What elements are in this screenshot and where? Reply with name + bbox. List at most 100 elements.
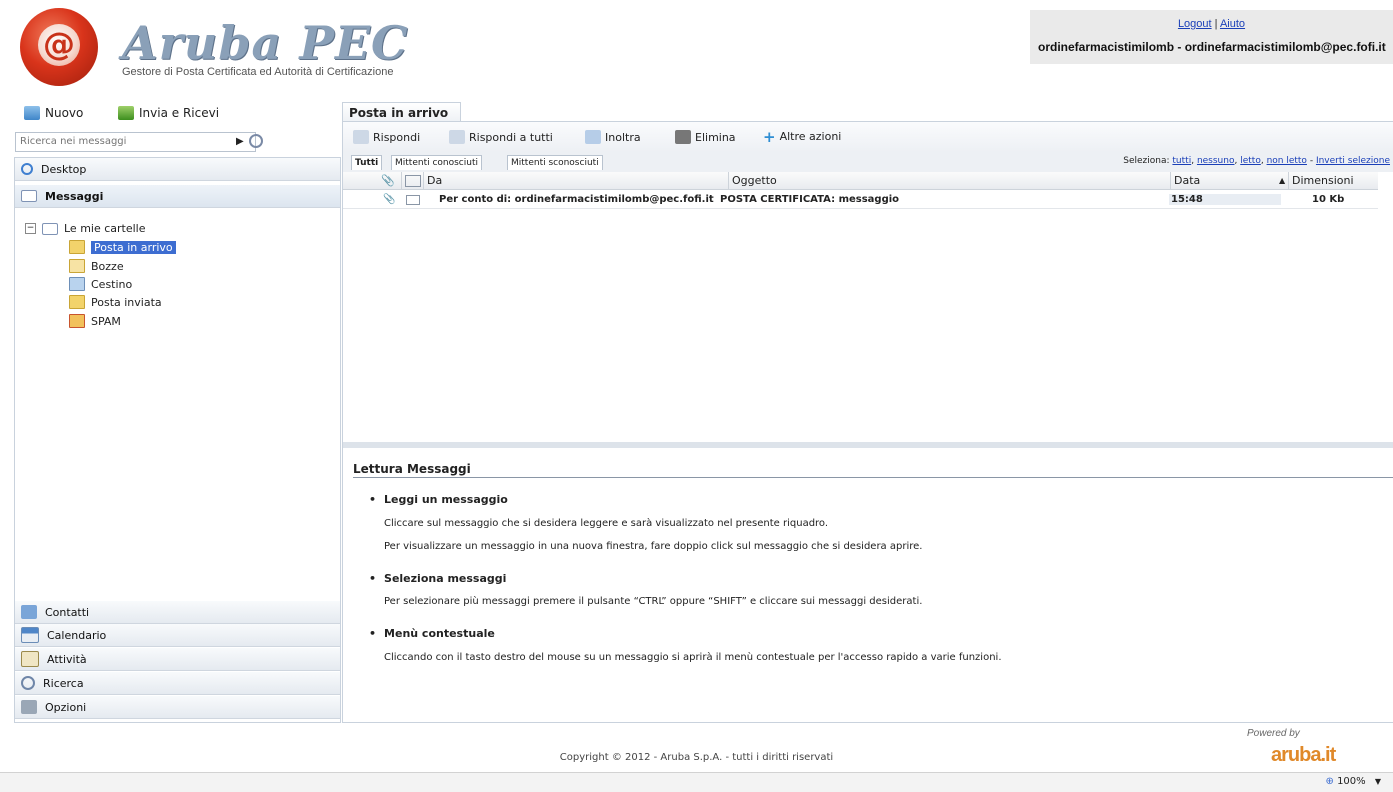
nav-contacts[interactable]: Contatti	[15, 601, 340, 624]
select-all-link[interactable]: tutti	[1172, 156, 1191, 166]
trash-icon	[675, 130, 691, 144]
select-read-link[interactable]: letto	[1240, 156, 1261, 166]
tab-inbox[interactable]: Posta in arrivo	[342, 102, 461, 122]
select-none-link[interactable]: nessuno	[1197, 156, 1235, 166]
message-date: 15:48	[1169, 194, 1281, 205]
delete-button[interactable]: Elimina	[675, 130, 736, 144]
help-link[interactable]: Aiuto	[1220, 18, 1245, 30]
nav-messages[interactable]: Messaggi	[15, 185, 340, 208]
forward-button[interactable]: Inoltra	[585, 130, 641, 144]
nav-activities[interactable]: Attività	[15, 648, 340, 671]
reading-pane-title: Lettura Messaggi	[353, 462, 471, 476]
envelope-icon	[21, 190, 37, 202]
nav-options[interactable]: Opzioni	[15, 696, 340, 719]
filter-tab-all[interactable]: Tutti	[351, 155, 383, 170]
trash-icon	[69, 277, 85, 291]
left-navigation-panel: Desktop Messaggi − Le mie cartelle Posta…	[14, 157, 341, 723]
collapse-toggle-icon[interactable]: −	[25, 223, 36, 234]
search-icon	[21, 676, 35, 690]
envelope-icon	[406, 195, 420, 205]
powered-by-label: Powered by	[1247, 728, 1300, 739]
new-button[interactable]: Nuovo	[24, 106, 83, 120]
forward-icon	[585, 130, 601, 144]
aruba-it-logo[interactable]: aruba.it	[1271, 744, 1336, 767]
more-actions-button[interactable]: + Altre azioni	[763, 129, 842, 144]
message-from: Per conto di: ordinefarmacistimilomb@pec…	[439, 194, 714, 205]
search-go-arrow-icon[interactable]: ▶	[236, 136, 244, 147]
zoom-icon: ⊕	[1325, 776, 1334, 787]
browser-status-bar: ⊕ 100% ▼	[0, 772, 1393, 792]
pane-splitter[interactable]	[343, 442, 1393, 448]
folder-inbox-label: Posta in arrivo	[91, 240, 176, 254]
inbox-folder-icon	[69, 240, 85, 254]
copyright-text: Copyright © 2012 - Aruba S.p.A. - tutti …	[559, 752, 834, 763]
chevron-down-icon[interactable]: ▼	[1375, 777, 1381, 786]
folder-drafts[interactable]: Bozze	[69, 259, 124, 273]
help-text-select-1: Per selezionare più messaggi premere il …	[384, 596, 923, 607]
nav-desktop[interactable]: Desktop	[15, 158, 340, 181]
message-subject: POSTA CERTIFICATA: messaggio	[720, 194, 900, 205]
selection-links: Seleziona: tutti, nessuno, letto, non le…	[1123, 156, 1390, 166]
reply-all-label: Rispondi a tutti	[469, 130, 553, 144]
aruba-seal-logo: @	[20, 8, 98, 86]
help-heading-context: Menù contestuale	[369, 627, 495, 640]
folder-trash-label: Cestino	[91, 277, 133, 291]
sort-asc-icon[interactable]: ▲	[1279, 176, 1285, 185]
action-toolbar: Rispondi Rispondi a tutti Inoltra Elimin…	[343, 122, 1393, 152]
reply-button[interactable]: Rispondi	[353, 130, 420, 144]
brand-title: Aruba PEC	[122, 16, 409, 70]
nav-search[interactable]: Ricerca	[15, 672, 340, 695]
more-actions-label: Altre azioni	[779, 130, 842, 143]
folder-spam[interactable]: SPAM	[69, 314, 121, 328]
send-receive-icon	[118, 106, 134, 120]
nav-desktop-label: Desktop	[41, 162, 87, 176]
folder-trash[interactable]: Cestino	[69, 277, 132, 291]
column-from[interactable]: Da	[427, 174, 442, 187]
select-label: Seleziona:	[1123, 156, 1170, 166]
filter-tab-known[interactable]: Mittenti conosciuti	[391, 155, 482, 170]
search-input[interactable]	[18, 135, 222, 148]
nav-contacts-label: Contatti	[45, 605, 90, 619]
sent-folder-icon	[69, 295, 85, 309]
table-row[interactable]: 📎 Per conto di: ordinefarmacistimilomb@p…	[343, 190, 1378, 209]
brand-tagline: Gestore di Posta Certificata ed Autorità…	[122, 66, 394, 78]
send-receive-button[interactable]: Invia e Ricevi	[118, 106, 219, 120]
user-box: Logout | Aiuto ordinefarmacistimilomb - …	[1030, 10, 1393, 64]
reply-all-button[interactable]: Rispondi a tutti	[449, 130, 553, 144]
envelope-column-icon[interactable]	[405, 175, 421, 187]
attachment-icon: 📎	[383, 194, 396, 205]
nav-activities-label: Attività	[47, 652, 87, 666]
calendar-icon	[21, 627, 39, 643]
zoom-level: 100%	[1337, 776, 1366, 787]
forward-label: Inoltra	[605, 130, 641, 144]
new-button-label: Nuovo	[45, 106, 84, 120]
folder-sent[interactable]: Posta inviata	[69, 295, 162, 309]
folder-tree-root[interactable]: − Le mie cartelle	[25, 222, 146, 235]
delete-label: Elimina	[695, 130, 736, 144]
main-panel: Rispondi Rispondi a tutti Inoltra Elimin…	[342, 121, 1393, 723]
nav-calendar[interactable]: Calendario	[15, 624, 340, 647]
spam-folder-icon	[69, 314, 85, 328]
send-receive-label: Invia e Ricevi	[139, 106, 220, 120]
filter-tab-unknown[interactable]: Mittenti sconosciuti	[507, 155, 603, 170]
filter-row: Tutti Mittenti conosciuti Mittenti scono…	[343, 152, 1393, 172]
folder-sent-label: Posta inviata	[91, 295, 162, 309]
drafts-folder-icon	[69, 259, 85, 273]
reading-pane-divider	[353, 477, 1393, 478]
envelope-icon	[42, 222, 58, 235]
select-unread-link[interactable]: non letto	[1267, 156, 1307, 166]
nav-messages-label: Messaggi	[45, 189, 104, 203]
logout-link[interactable]: Logout	[1178, 18, 1212, 30]
reply-all-icon	[449, 130, 465, 144]
invert-selection-link[interactable]: Inverti selezione	[1316, 156, 1390, 166]
column-date[interactable]: Data	[1174, 174, 1200, 187]
magnifier-icon[interactable]	[249, 134, 263, 148]
zoom-control[interactable]: ⊕ 100% ▼	[1325, 776, 1381, 787]
reply-icon	[353, 130, 369, 144]
column-size[interactable]: Dimensioni	[1292, 174, 1354, 187]
reply-label: Rispondi	[373, 130, 421, 144]
address-book-icon	[21, 605, 37, 619]
folder-inbox[interactable]: Posta in arrivo	[69, 240, 176, 254]
attachment-column-icon[interactable]: 📎	[381, 174, 395, 187]
column-subject[interactable]: Oggetto	[732, 174, 777, 187]
